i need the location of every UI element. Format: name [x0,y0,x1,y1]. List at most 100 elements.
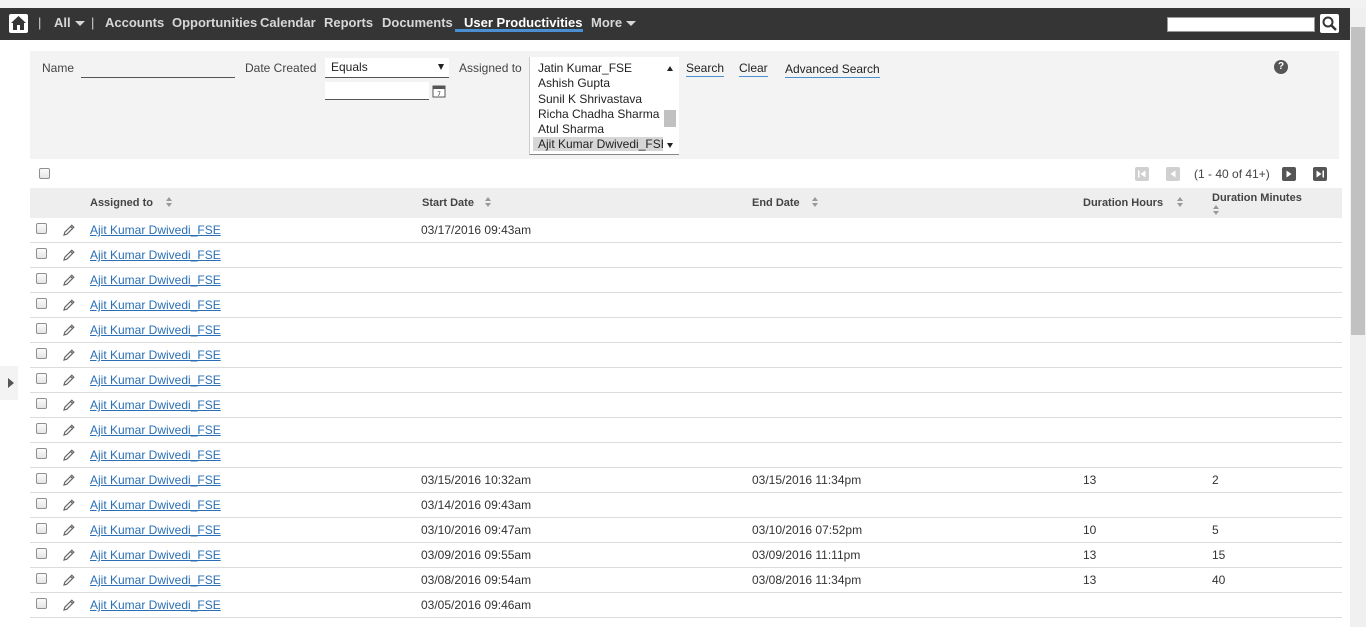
pencil-icon[interactable] [62,398,76,412]
pencil-icon[interactable] [62,273,76,287]
date-created-input[interactable] [325,82,429,100]
assigned-to-link[interactable]: Ajit Kumar Dwivedi_FSE [90,348,221,362]
pencil-icon[interactable] [62,373,76,387]
nav-user-productivities[interactable]: User Productivities [464,15,583,30]
sort-icon[interactable] [1212,204,1220,216]
pencil-icon[interactable] [62,348,76,362]
row-checkbox[interactable] [36,523,47,534]
assigned-option-selected[interactable]: Ajit Kumar Dwivedi_FSE [533,137,663,151]
assigned-to-link[interactable]: Ajit Kumar Dwivedi_FSE [90,473,221,487]
row-checkbox[interactable] [36,398,47,409]
row-checkbox[interactable] [36,298,47,309]
pencil-icon[interactable] [62,473,76,487]
previous-page-icon[interactable] [1166,167,1180,181]
pencil-icon[interactable] [62,598,76,612]
row-checkbox[interactable] [36,348,47,359]
column-header-end-date[interactable]: End Date [752,197,800,209]
select-all-checkbox[interactable] [39,168,50,179]
row-checkbox[interactable] [36,473,47,484]
next-page-icon[interactable] [1282,167,1296,181]
assigned-to-link[interactable]: Ajit Kumar Dwivedi_FSE [90,248,221,262]
home-icon[interactable] [9,14,28,33]
duration-minutes-cell: 15 [1212,548,1226,562]
row-checkbox[interactable] [36,598,47,609]
sort-icon[interactable] [484,196,492,208]
assigned-to-listbox[interactable]: Jatin Kumar_FSE Ashish Gupta Sunil K Shr… [529,57,679,155]
assigned-to-link[interactable]: Ajit Kumar Dwivedi_FSE [90,223,221,237]
assigned-to-link[interactable]: Ajit Kumar Dwivedi_FSE [90,323,221,337]
page-scrollbar-thumb[interactable] [1351,27,1365,335]
nav-more-dropdown[interactable]: More [591,15,637,30]
listbox-scrollbar-thumb[interactable] [664,110,676,127]
assigned-to-link[interactable]: Ajit Kumar Dwivedi_FSE [90,398,221,412]
nav-calendar[interactable]: Calendar [260,15,316,30]
sort-icon[interactable] [811,196,819,208]
row-checkbox[interactable] [36,223,47,234]
pencil-icon[interactable] [62,548,76,562]
pencil-icon[interactable] [62,498,76,512]
column-header-duration-hours[interactable]: Duration Hours [1083,197,1163,209]
nav-more-label: More [591,15,623,30]
assigned-to-link[interactable]: Ajit Kumar Dwivedi_FSE [90,598,221,612]
assigned-to-link[interactable]: Ajit Kumar Dwivedi_FSE [90,423,221,437]
date-operator-select[interactable]: Equals [325,58,449,78]
last-page-icon[interactable] [1313,167,1327,181]
listbox-scroll-down-icon[interactable] [667,143,673,148]
advanced-search-button[interactable]: Advanced Search [785,62,880,78]
assigned-to-link[interactable]: Ajit Kumar Dwivedi_FSE [90,273,221,287]
pencil-icon[interactable] [62,248,76,262]
column-header-assigned-to[interactable]: Assigned to [90,197,153,209]
search-button[interactable]: Search [686,61,725,77]
assigned-to-label: Assigned to [459,61,522,75]
nav-all-dropdown[interactable]: All [54,15,85,30]
row-checkbox[interactable] [36,273,47,284]
assigned-to-link[interactable]: Ajit Kumar Dwivedi_FSE [90,573,221,587]
row-checkbox[interactable] [36,373,47,384]
assigned-option[interactable]: Atul Sharma [538,122,604,136]
row-checkbox[interactable] [36,498,47,509]
pencil-icon[interactable] [62,423,76,437]
global-search-input[interactable] [1167,17,1315,32]
end-date-cell: 03/08/2016 11:34pm [752,573,862,587]
help-icon[interactable]: ? [1274,60,1288,74]
row-checkbox[interactable] [36,548,47,559]
assigned-to-link[interactable]: Ajit Kumar Dwivedi_FSE [90,298,221,312]
assigned-option[interactable]: Sunil K Shrivastava [538,92,642,106]
nav-documents[interactable]: Documents [382,15,453,30]
row-checkbox[interactable] [36,248,47,259]
sort-icon[interactable] [1176,196,1184,208]
row-checkbox[interactable] [36,573,47,584]
pencil-icon[interactable] [62,448,76,462]
assigned-to-link[interactable]: Ajit Kumar Dwivedi_FSE [90,373,221,387]
end-date-cell: 03/10/2016 07:52pm [752,523,863,537]
assigned-to-link[interactable]: Ajit Kumar Dwivedi_FSE [90,548,221,562]
first-page-icon[interactable] [1135,167,1149,181]
pencil-icon[interactable] [62,523,76,537]
sort-icon[interactable] [165,196,173,208]
assigned-option[interactable]: Ashish Gupta [538,76,610,90]
assigned-option[interactable]: Jatin Kumar_FSE [538,61,632,75]
column-header-start-date[interactable]: Start Date [422,197,474,209]
pencil-icon[interactable] [62,323,76,337]
row-checkbox[interactable] [36,448,47,459]
nav-opportunities[interactable]: Opportunities [172,15,257,30]
assigned-to-link[interactable]: Ajit Kumar Dwivedi_FSE [90,498,221,512]
search-icon[interactable] [1320,14,1339,33]
nav-accounts[interactable]: Accounts [105,15,164,30]
assigned-option[interactable]: Richa Chadha Sharma [538,107,659,121]
clear-button[interactable]: Clear [739,61,768,77]
date-operator-value: Equals [331,60,368,74]
assigned-to-link[interactable]: Ajit Kumar Dwivedi_FSE [90,523,221,537]
row-checkbox[interactable] [36,323,47,334]
table-row: Ajit Kumar Dwivedi_FSE [30,268,1342,293]
column-header-duration-minutes[interactable]: Duration Minutes [1212,192,1302,204]
row-checkbox[interactable] [36,423,47,434]
assigned-to-link[interactable]: Ajit Kumar Dwivedi_FSE [90,448,221,462]
listbox-scroll-up-icon[interactable] [667,66,673,71]
calendar-icon[interactable]: 7 [432,84,446,98]
nav-reports[interactable]: Reports [324,15,373,30]
pencil-icon[interactable] [62,573,76,587]
pencil-icon[interactable] [62,223,76,237]
name-input[interactable] [81,60,235,78]
pencil-icon[interactable] [62,298,76,312]
